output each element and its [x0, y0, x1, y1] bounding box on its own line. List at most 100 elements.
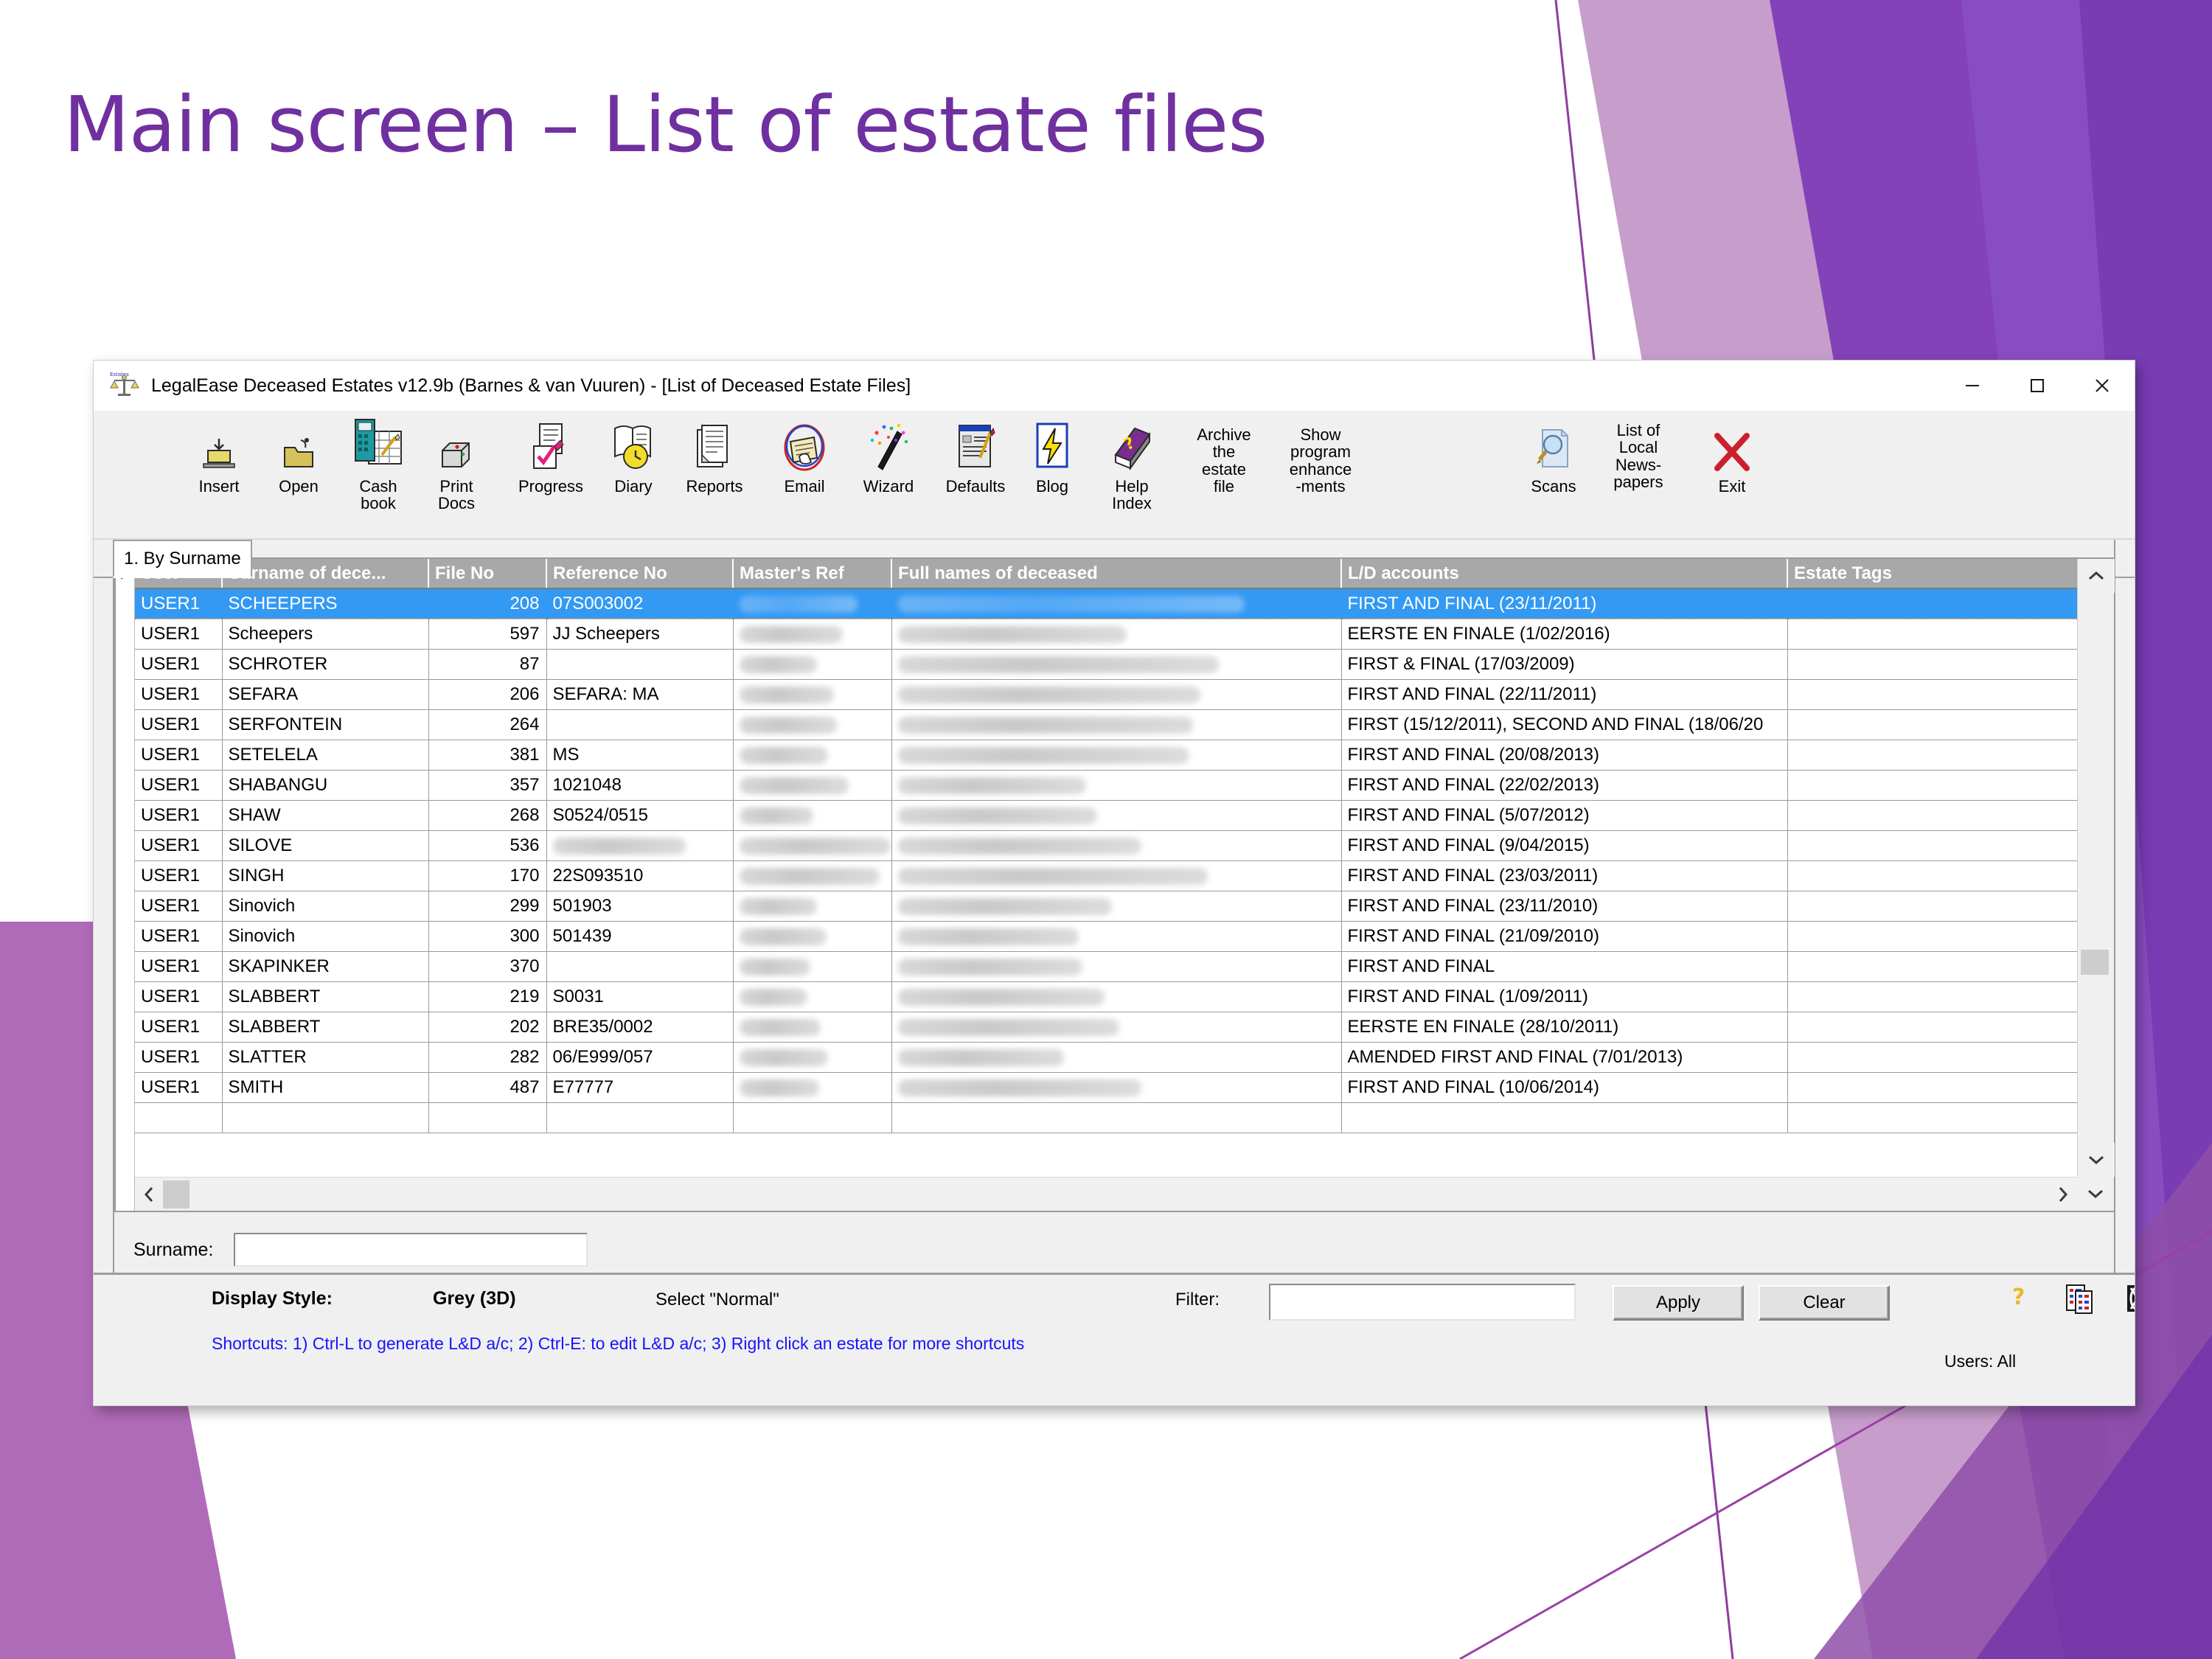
redacted-value [739, 595, 858, 613]
toolbar-wizard-button[interactable]: Wizard [844, 417, 933, 495]
cell-full-names [891, 1012, 1342, 1043]
cell-estate-tags [1787, 1072, 2077, 1103]
display-style-value[interactable]: Grey (3D) [433, 1288, 516, 1310]
cell-empty [135, 1102, 223, 1133]
cell-estate-tags [1787, 830, 2077, 861]
toolbar-progress-button[interactable]: Progress [507, 417, 595, 495]
toolbar-exit-button[interactable]: Exit [1688, 417, 1776, 495]
scroll-right-button[interactable] [2049, 1178, 2077, 1211]
filter-input[interactable] [1269, 1284, 1576, 1321]
table-row[interactable]: USER1 SHABANGU 357 1021048 FIRST AND FINAL (… [135, 770, 2077, 801]
cell-estate-tags [1787, 588, 2077, 619]
toolbar-helpindex-button[interactable]: ? Help Index [1088, 417, 1176, 512]
toolbar-diary-button[interactable]: Diary [589, 417, 678, 495]
toolbar-defaults-button[interactable]: Defaults [931, 417, 1020, 495]
column-header-estate-tags[interactable]: Estate Tags [1787, 559, 2077, 589]
table-row[interactable]: USER1 Scheepers 597 JJ Scheepers EERSTE EN F… [135, 619, 2077, 650]
toolbar-reports-button[interactable]: Reports [670, 417, 759, 495]
cell-masters-ref [733, 921, 892, 952]
list-icon[interactable] [2064, 1282, 2095, 1318]
table-header-row: User Surname of dece... File No Referenc… [135, 559, 2077, 589]
redacted-value [897, 686, 1200, 703]
application-window: Estates LegalEase Deceased Estates v12.9… [93, 360, 2135, 1406]
redacted-value [897, 897, 1112, 915]
table-row[interactable]: USER1 SCHEEPERS 208 07S003002 FIRST AND FINA… [135, 588, 2077, 619]
cell-user: USER1 [135, 740, 223, 771]
cell-ld-accounts: FIRST AND FINAL (20/08/2013) [1341, 740, 1788, 771]
redacted-value [739, 897, 817, 915]
column-header-full-names[interactable]: Full names of deceased [891, 559, 1342, 589]
cell-file-no: 268 [428, 800, 547, 831]
close-button[interactable] [2070, 361, 2135, 411]
table-row[interactable]: USER1 SLATTER 282 06/E999/057 AMENDED FIRST … [135, 1042, 2077, 1073]
table-row[interactable]: USER1 SLABBERT 219 S0031 FIRST AND FINAL (1/… [135, 981, 2077, 1012]
scrollbar-corner [2077, 1177, 2114, 1211]
scroll-down-button[interactable] [2078, 1143, 2115, 1177]
table-row[interactable]: USER1 SKAPINKER 370 FIRST AND FINAL [135, 951, 2077, 982]
help-book-icon: ? [1110, 417, 1154, 474]
scroll-left-button[interactable] [135, 1178, 163, 1211]
toolbar-newspapers-button[interactable]: List of Local News- papers [1590, 418, 1686, 490]
maximize-button[interactable] [2005, 361, 2070, 411]
toolbar-printdocs-button[interactable]: Print Docs [412, 417, 501, 512]
clear-button[interactable]: Clear [1759, 1285, 1890, 1321]
scan-magnifier-icon [1532, 417, 1575, 474]
toolbar-email-button[interactable]: Email [760, 417, 849, 495]
tab-by-surname[interactable]: 1. By Surname [113, 540, 252, 577]
cell-user: USER1 [135, 770, 223, 801]
cell-user: USER1 [135, 921, 223, 952]
cell-empty [1341, 1102, 1788, 1133]
table-row[interactable]: USER1 SERFONTEIN 264 FIRST (15/12/2011), SE… [135, 709, 2077, 740]
cell-reference-no: BRE35/0002 [546, 1012, 734, 1043]
cell-estate-tags [1787, 770, 2077, 801]
close-box-icon[interactable] [2123, 1282, 2135, 1318]
table-row[interactable]: USER1 Sinovich 300 501439 FIRST AND FINAL (2… [135, 921, 2077, 952]
cell-masters-ref [733, 981, 892, 1012]
cell-reference-no: S0524/0515 [546, 800, 734, 831]
scroll-up-button[interactable] [2078, 559, 2115, 593]
column-header-reference-no[interactable]: Reference No [546, 559, 734, 589]
cell-reference-no: 22S093510 [546, 860, 734, 891]
table-row[interactable]: USER1 SLABBERT 202 BRE35/0002 EERSTE EN FINA… [135, 1012, 2077, 1043]
redacted-value [897, 625, 1127, 643]
cell-file-no: 357 [428, 770, 547, 801]
cell-user: USER1 [135, 1012, 223, 1043]
status-bar: Display Style: Grey (3D) Select "Normal"… [94, 1273, 2135, 1405]
toolbar-blog-button[interactable]: Blog [1008, 417, 1096, 495]
minimize-button[interactable] [1940, 361, 2005, 411]
toolbar-archive-label: Archive the estate file [1197, 425, 1251, 495]
cell-reference-no [546, 649, 734, 680]
table-row[interactable]: USER1 SEFARA 206 SEFARA: MA FIRST AND FINAL … [135, 679, 2077, 710]
cell-full-names [891, 1072, 1342, 1103]
horizontal-scroll-thumb[interactable] [163, 1180, 189, 1208]
apply-button[interactable]: Apply [1613, 1285, 1744, 1321]
column-header-surname[interactable]: Surname of dece... [222, 559, 429, 589]
toolbar-cashbook-button[interactable]: Cash book [334, 417, 422, 512]
table-row[interactable]: USER1 SHAW 268 S0524/0515 FIRST AND FINAL (5… [135, 800, 2077, 831]
column-header-masters-ref[interactable]: Master's Ref [733, 559, 892, 589]
cell-full-names [891, 921, 1342, 952]
column-header-file-no[interactable]: File No [428, 559, 547, 589]
vertical-scroll-thumb[interactable] [2081, 950, 2109, 975]
toolbar-scans-button[interactable]: Scans [1509, 417, 1598, 495]
toolbar-insert-button[interactable]: Insert [175, 417, 263, 495]
table-row[interactable]: USER1 SETELELA 381 MS FIRST AND FINAL (20/08… [135, 740, 2077, 771]
table-row[interactable] [135, 1102, 2077, 1133]
table-row[interactable]: USER1 SILOVE 536 FIRST AND FINAL (9/04/2015… [135, 830, 2077, 861]
question-mark-icon[interactable]: ? [2008, 1282, 2033, 1318]
table-row[interactable]: USER1 SMITH 487 E77777 FIRST AND FINAL (10/0… [135, 1072, 2077, 1103]
redacted-value [739, 837, 891, 855]
toolbar-enhancements-button[interactable]: Show program enhance -ments [1266, 422, 1375, 495]
surname-input[interactable] [234, 1233, 588, 1267]
cell-masters-ref [733, 649, 892, 680]
table-row[interactable]: USER1 SCHROTER 87 FIRST & FINAL (17/03/2009… [135, 649, 2077, 680]
grid-vertical-scrollbar[interactable] [2077, 559, 2115, 1177]
grid-horizontal-scrollbar[interactable] [135, 1177, 2077, 1211]
toolbar-archive-button[interactable]: Archive the estate file [1178, 422, 1270, 495]
table-row[interactable]: USER1 SINGH 170 22S093510 FIRST AND FINAL (2… [135, 860, 2077, 891]
cell-empty [222, 1102, 429, 1133]
cell-masters-ref [733, 800, 892, 831]
column-header-ld-accounts[interactable]: L/D accounts [1341, 559, 1788, 589]
table-row[interactable]: USER1 Sinovich 299 501903 FIRST AND FINAL (2… [135, 891, 2077, 922]
toolbar-open-button[interactable]: Open [254, 417, 343, 495]
